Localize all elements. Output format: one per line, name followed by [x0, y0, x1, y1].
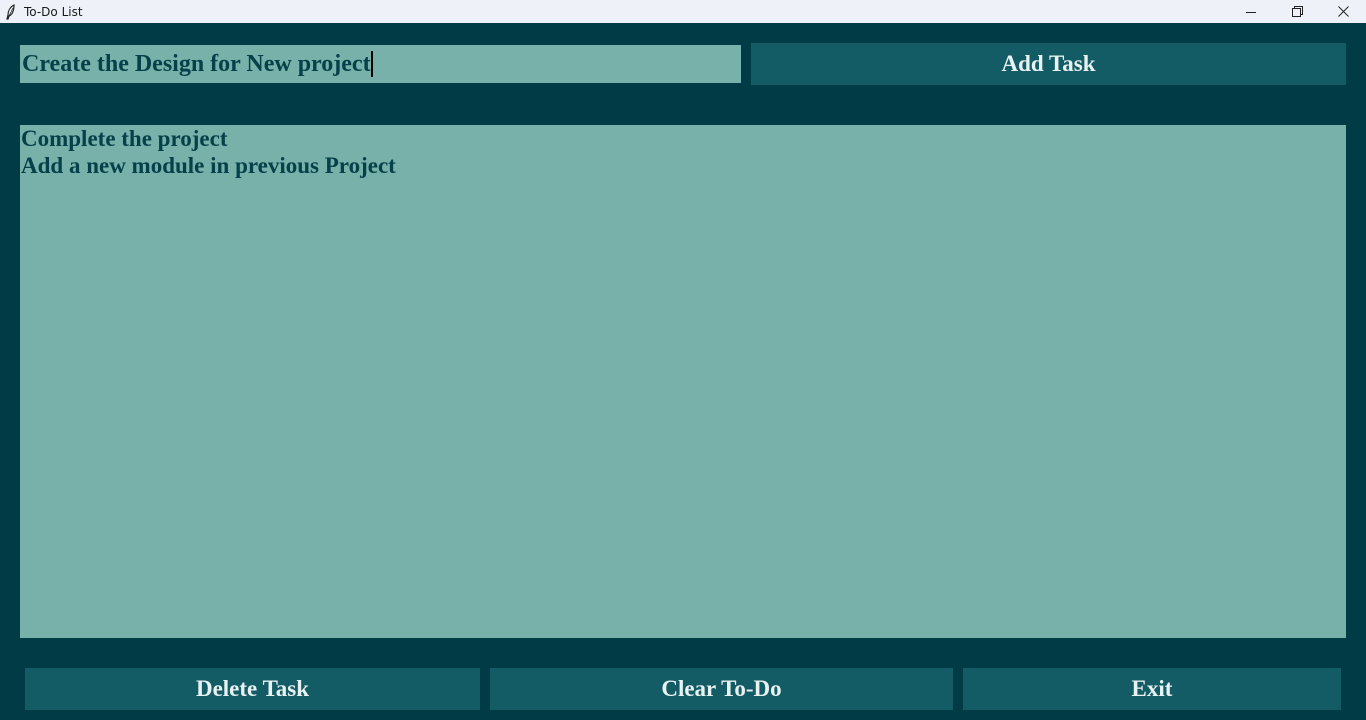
- text-caret: [370, 51, 373, 77]
- clear-todo-button[interactable]: Clear To-Do: [490, 668, 953, 710]
- close-icon: [1337, 6, 1349, 17]
- minimize-button[interactable]: [1228, 0, 1274, 23]
- list-item[interactable]: Add a new module in previous Project: [21, 152, 1345, 179]
- feather-icon: [1, 0, 21, 23]
- title-bar: To-Do List: [0, 0, 1366, 23]
- restore-button[interactable]: [1274, 0, 1320, 23]
- restore-icon: [1291, 6, 1303, 17]
- exit-button[interactable]: Exit: [963, 668, 1341, 710]
- task-input-value: Create the Design for New project: [22, 50, 371, 77]
- window-title: To-Do List: [24, 4, 83, 19]
- delete-task-button[interactable]: Delete Task: [25, 668, 480, 710]
- add-task-button[interactable]: Add Task: [751, 43, 1346, 85]
- close-button[interactable]: [1320, 0, 1366, 23]
- window-controls: [1228, 0, 1366, 23]
- list-item[interactable]: Complete the project: [21, 125, 1345, 152]
- minimize-icon: [1246, 11, 1256, 13]
- task-input[interactable]: Create the Design for New project: [20, 45, 741, 83]
- task-list[interactable]: Complete the project Add a new module in…: [20, 125, 1346, 638]
